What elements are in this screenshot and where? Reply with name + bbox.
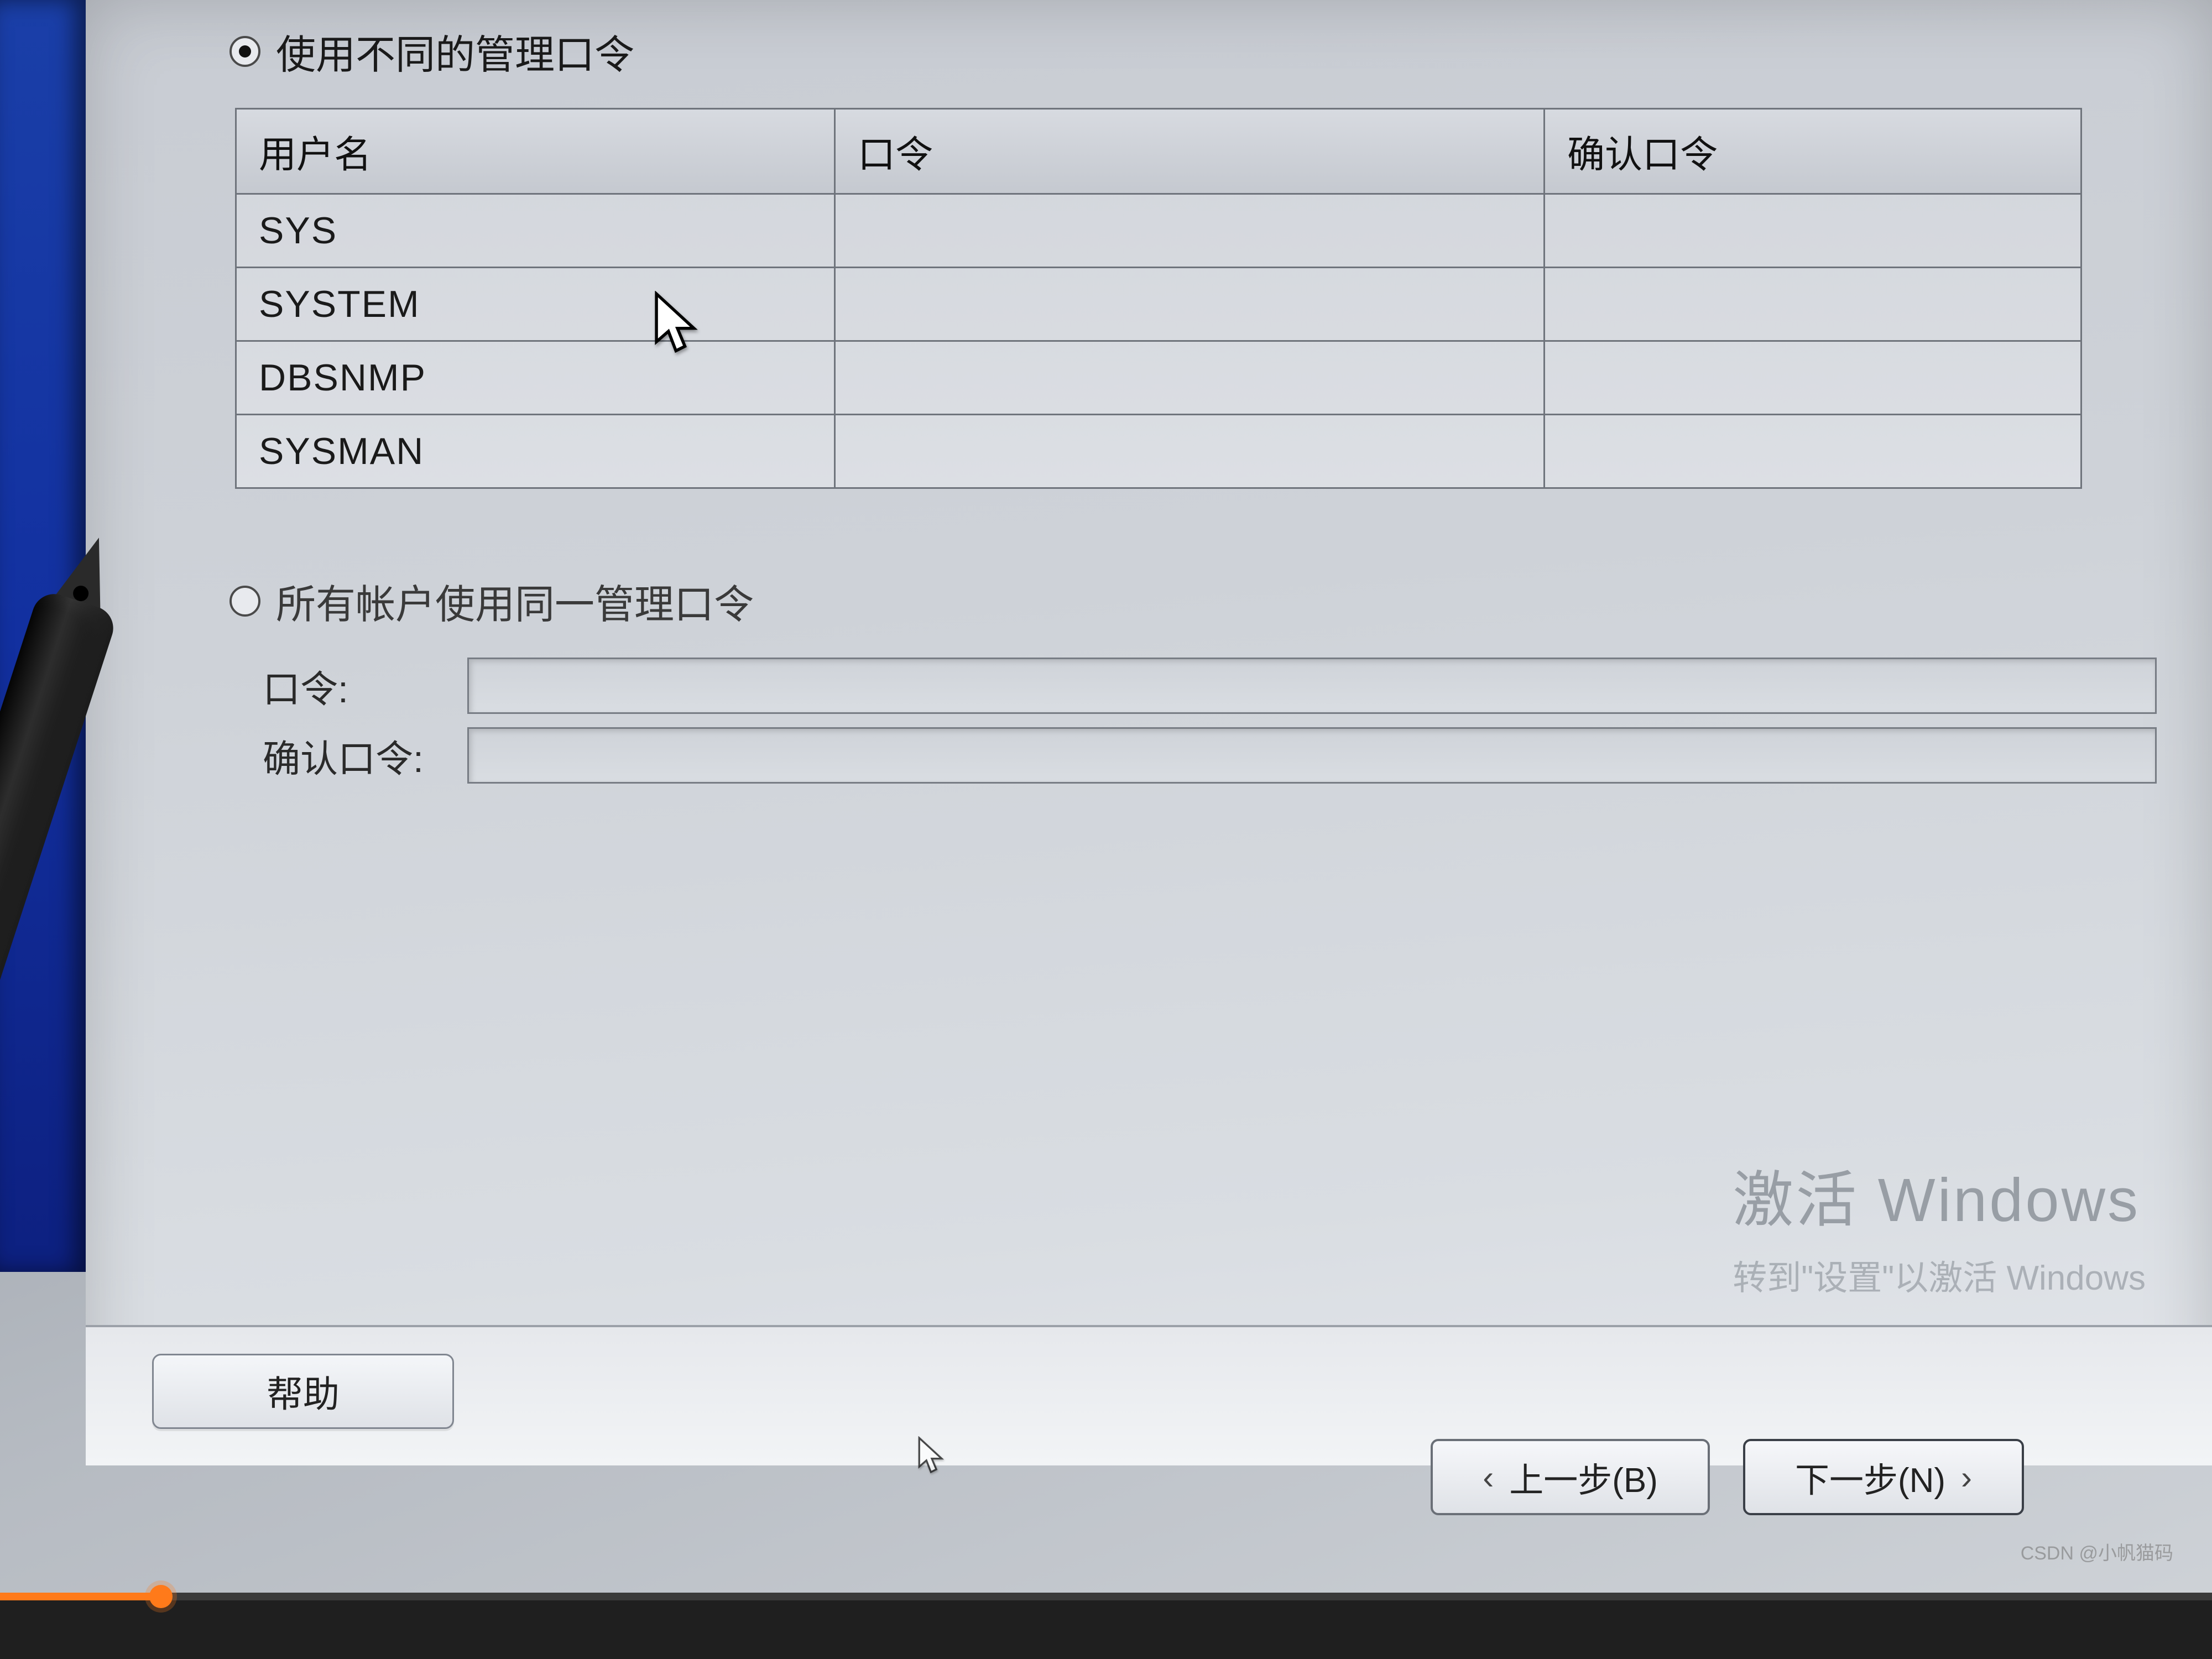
password-row: 口令: <box>263 658 2157 714</box>
progress-knob[interactable] <box>149 1585 173 1608</box>
cell-password[interactable] <box>835 194 1545 268</box>
cell-confirm[interactable] <box>1545 415 2081 488</box>
back-label: 上一步(B) <box>1509 1452 1658 1502</box>
wizard-bottom-bar: 帮助 ‹ 上一步(B) 下一步(N) › <box>86 1325 2212 1465</box>
radio-icon <box>229 586 260 617</box>
cell-confirm[interactable] <box>1545 268 2081 341</box>
col-username: 用户名 <box>236 109 835 194</box>
desktop-background-strip <box>0 0 86 1272</box>
password-input[interactable] <box>467 658 2157 714</box>
chevron-left-icon: ‹ <box>1483 1458 1494 1496</box>
option-label: 使用不同的管理口令 <box>276 22 634 80</box>
confirm-row: 确认口令: <box>263 727 2157 784</box>
progress-track[interactable] <box>0 1593 2212 1600</box>
next-label: 下一步(N) <box>1795 1452 1945 1502</box>
table-row: SYSMAN <box>236 415 2081 488</box>
confirm-label: 确认口令: <box>263 728 467 783</box>
cell-username: DBSNMP <box>236 341 835 415</box>
accounts-table: 用户名 口令 确认口令 SYS SYSTEM <box>235 108 2082 489</box>
back-button[interactable]: ‹ 上一步(B) <box>1431 1439 1710 1515</box>
option-label: 所有帐户使用同一管理口令 <box>276 572 754 630</box>
col-confirm: 确认口令 <box>1545 109 2081 194</box>
csdn-watermark: CSDN @小帆猫码 <box>2021 1538 2173 1565</box>
windows-activation-watermark: 激活 Windows 转到"设置"以激活 Windows <box>1733 1150 2146 1300</box>
cell-confirm[interactable] <box>1545 341 2081 415</box>
progress-fill <box>0 1593 160 1600</box>
video-player-bar[interactable] <box>0 1593 2212 1659</box>
password-label: 口令: <box>263 659 467 713</box>
table-header-row: 用户名 口令 确认口令 <box>236 109 2081 194</box>
radio-icon <box>229 36 260 67</box>
help-button[interactable]: 帮助 <box>152 1354 454 1429</box>
cell-confirm[interactable] <box>1545 194 2081 268</box>
watermark-subtitle: 转到"设置"以激活 Windows <box>1733 1250 2146 1300</box>
cell-password[interactable] <box>835 268 1545 341</box>
table-row: SYS <box>236 194 2081 268</box>
cell-username: SYS <box>236 194 835 268</box>
option-same-password[interactable]: 所有帐户使用同一管理口令 <box>229 572 2157 630</box>
table-row: DBSNMP <box>236 341 2081 415</box>
confirm-input[interactable] <box>467 727 2157 784</box>
table-row: SYSTEM <box>236 268 2081 341</box>
cell-username: SYSMAN <box>236 415 835 488</box>
col-password: 口令 <box>835 109 1545 194</box>
option-different-passwords[interactable]: 使用不同的管理口令 <box>229 22 2157 80</box>
cell-password[interactable] <box>835 341 1545 415</box>
cell-username: SYSTEM <box>236 268 835 341</box>
chevron-right-icon: › <box>1961 1458 1972 1496</box>
watermark-title: 激活 Windows <box>1733 1150 2146 1239</box>
next-button[interactable]: 下一步(N) › <box>1743 1439 2024 1515</box>
installer-window: 使用不同的管理口令 用户名 口令 确认口令 SYS <box>86 0 2212 1465</box>
cell-password[interactable] <box>835 415 1545 488</box>
